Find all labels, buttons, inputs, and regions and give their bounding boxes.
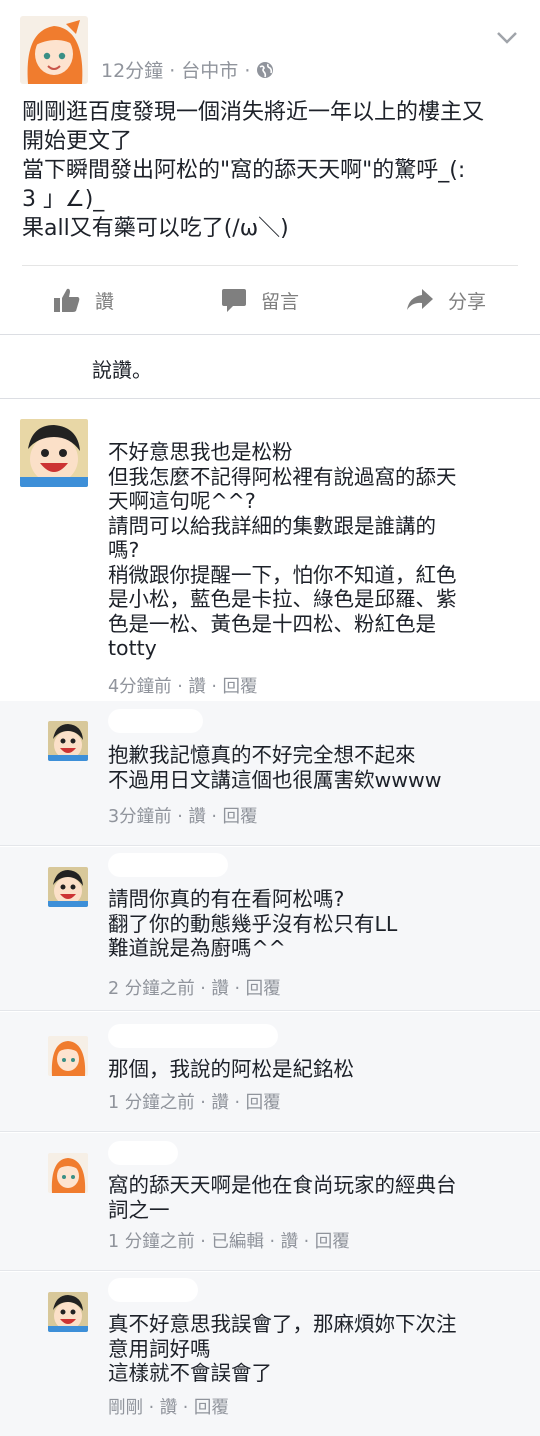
comment-text: 真不好意思我誤會了，那麻煩妳下次注 意用詞好嗎 這樣就不會誤會了 [108,1312,457,1385]
comment-label: 留言 [261,290,300,313]
post-body: 剛剛逛百度發現一個消失將近一年以上的樓主又 開始更文了 當下瞬間發出阿松的"窩的… [22,100,485,241]
comment-icon [222,289,246,312]
commenter-avatar[interactable] [48,1153,88,1193]
redacted-name [108,407,258,433]
comment-text: 窩的舔天天啊是他在食尚玩家的經典台 詞之一 [108,1173,457,1222]
globe-icon [257,62,274,78]
comment-meta[interactable]: 3分鐘前 · 讚 · 回覆 [108,803,258,828]
comment-item: 不好意思我也是松粉 但我怎麼不記得阿松裡有說過窩的舔天 天啊這句呢^^? 請問可… [0,399,540,701]
comment-text: 抱歉我記憶真的不好完全想不起來 不過用日文講這個也很厲害欸wwww [108,743,442,792]
reply-item: 真不好意思我誤會了，那麻煩妳下次注 意用詞好嗎 這樣就不會誤會了 剛剛 · 讚 … [0,1272,540,1436]
share-button[interactable]: 分享 [406,282,486,318]
redacted-name [108,1141,178,1165]
comment-text: 那個，我說的阿松是紀銘松 [108,1057,354,1081]
redacted-name [108,709,203,733]
redacted-name [108,853,228,877]
reply-item: 抱歉我記憶真的不好完全想不起來 不過用日文講這個也很厲害欸wwww 3分鐘前 ·… [0,701,540,846]
commenter-avatar[interactable] [48,721,88,761]
comment-text: 請問你真的有在看阿松嗎? 翻了你的動態幾乎沒有松只有LL 難道說是為廚嗎^^ [108,887,398,960]
comment-meta[interactable]: 2 分鐘之前 · 讚 · 回覆 [108,975,281,1000]
chevron-down-icon[interactable] [496,30,518,46]
post-meta: 12分鐘 · 台中市 · [101,56,274,83]
redacted-name [108,1278,198,1302]
reply-item: 那個，我說的阿松是紀銘松 1 分鐘之前 · 讚 · 回覆 [0,1012,540,1132]
likes-summary[interactable]: 說讚。 [92,354,152,383]
like-label: 讚 [95,290,115,313]
thumbs-up-icon [54,288,80,312]
share-icon [407,289,433,310]
commenter-avatar[interactable] [48,867,88,907]
post-author-avatar[interactable] [20,16,88,84]
like-button[interactable]: 讚 [53,282,114,318]
comment-button[interactable]: 留言 [221,282,299,318]
share-label: 分享 [448,290,487,313]
reply-item: 請問你真的有在看阿松嗎? 翻了你的動態幾乎沒有松只有LL 難道說是為廚嗎^^ 2… [0,847,540,1011]
redacted-name [108,1024,278,1048]
post-card: 12分鐘 · 台中市 · 剛剛逛百度發現一個消失將近一年以上的樓主又 開始更文了… [0,0,540,334]
comment-meta[interactable]: 1 分鐘之前 · 已編輯 · 讚 · 回覆 [108,1228,350,1253]
post-divider [22,265,518,266]
comment-text: 不好意思我也是松粉 但我怎麼不記得阿松裡有說過窩的舔天 天啊這句呢^^? 請問可… [108,440,457,660]
comment-meta[interactable]: 剛剛 · 讚 · 回覆 [108,1394,229,1419]
comment-meta[interactable]: 4分鐘前 · 讚 · 回覆 [108,673,258,698]
redacted-name [20,350,86,380]
reply-item: 窩的舔天天啊是他在食尚玩家的經典台 詞之一 1 分鐘之前 · 已編輯 · 讚 ·… [0,1133,540,1271]
commenter-avatar[interactable] [20,419,88,487]
commenter-avatar[interactable] [48,1292,88,1332]
commenter-avatar[interactable] [48,1036,88,1076]
comment-meta[interactable]: 1 分鐘之前 · 讚 · 回覆 [108,1089,281,1114]
post-meta-text: 12分鐘 · 台中市 · [101,60,257,82]
